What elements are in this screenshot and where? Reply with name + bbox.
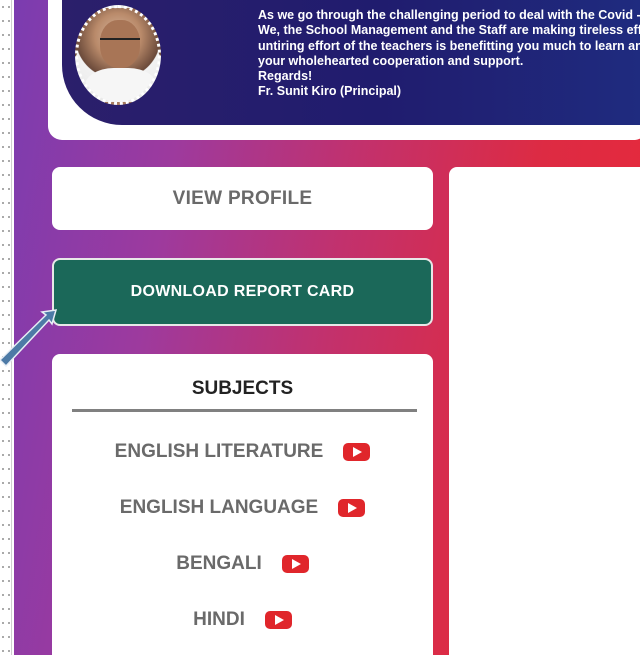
avatar-shirt bbox=[84, 68, 158, 102]
youtube-icon[interactable] bbox=[343, 443, 371, 461]
subject-label: BENGALI bbox=[176, 553, 262, 574]
download-report-card-button[interactable]: DOWNLOAD REPORT CARD bbox=[52, 258, 433, 326]
subject-item-bengali[interactable]: BENGALI bbox=[52, 553, 433, 575]
subjects-title: SUBJECTS bbox=[191, 378, 294, 399]
message-line: We, the School Management and the Staff … bbox=[258, 23, 640, 38]
subject-label: HINDI bbox=[193, 609, 245, 630]
subject-item-english-literature[interactable]: ENGLISH LITERATURE bbox=[52, 441, 433, 463]
youtube-icon[interactable] bbox=[281, 555, 309, 573]
message-line: untiring effort of the teachers is benef… bbox=[258, 38, 640, 53]
message-line: As we go through the challenging period … bbox=[258, 8, 640, 22]
youtube-icon[interactable] bbox=[338, 499, 366, 517]
message-line: your wholehearted cooperation and suppor… bbox=[258, 53, 524, 68]
youtube-icon[interactable] bbox=[264, 611, 292, 629]
principal-message: As we go through the challenging period … bbox=[258, 8, 640, 100]
main-content-panel bbox=[449, 167, 640, 655]
subject-label: ENGLISH LITERATURE bbox=[114, 441, 324, 462]
message-line: Regards! bbox=[258, 69, 313, 84]
subjects-card: SUBJECTS ENGLISH LITERATURE ENGLISH LANG… bbox=[52, 354, 433, 655]
view-profile-button[interactable]: VIEW PROFILE bbox=[52, 167, 433, 230]
subject-label: ENGLISH LANGUAGE bbox=[119, 497, 319, 518]
subject-item-english-language[interactable]: ENGLISH LANGUAGE bbox=[52, 497, 433, 519]
message-signature: Fr. Sunit Kiro (Principal) bbox=[258, 84, 402, 99]
subjects-divider bbox=[72, 409, 417, 412]
pointer-arrow-icon bbox=[0, 309, 58, 368]
principal-avatar bbox=[75, 5, 161, 105]
subject-item-hindi[interactable]: HINDI bbox=[52, 609, 433, 631]
avatar-glasses bbox=[100, 38, 140, 46]
